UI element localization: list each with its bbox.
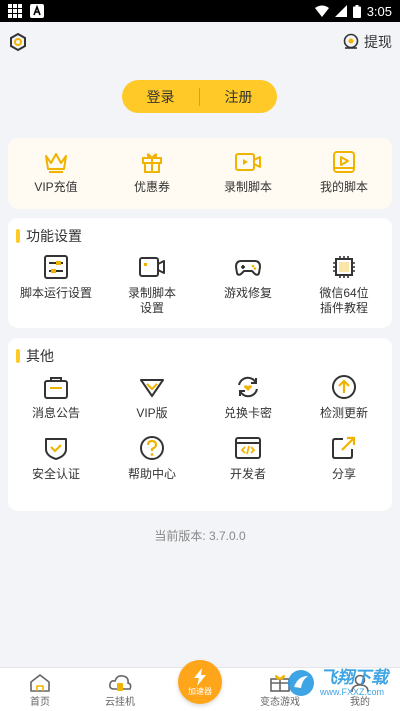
game-repair-button[interactable]: 游戏修复 bbox=[200, 254, 296, 316]
section-title-text: 功能设置 bbox=[26, 228, 82, 244]
quick-label: VIP充值 bbox=[34, 180, 78, 194]
watermark-logo-icon bbox=[288, 670, 314, 696]
others-label: 开发者 bbox=[229, 467, 266, 481]
record-script-settings-button[interactable]: 录制脚本 设置 bbox=[104, 254, 200, 316]
function-label: 游戏修复 bbox=[223, 286, 272, 300]
function-label: 脚本运行设置 bbox=[19, 286, 92, 300]
exchange-icon bbox=[238, 376, 258, 398]
boost-button[interactable]: 加速器 bbox=[178, 660, 222, 704]
others-label: 安全认证 bbox=[31, 467, 80, 481]
home-icon bbox=[30, 674, 50, 692]
security-auth-button[interactable]: 安全认证 bbox=[8, 435, 104, 482]
section-title-text: 其他 bbox=[26, 348, 54, 364]
tab-cloud[interactable]: 云挂机 bbox=[80, 668, 160, 711]
others-label: 消息公告 bbox=[31, 406, 80, 420]
section-title: 功能设置 bbox=[8, 218, 392, 254]
shield-icon bbox=[45, 438, 67, 460]
settings-hex-icon[interactable] bbox=[8, 32, 28, 52]
diamond-icon bbox=[140, 379, 164, 397]
sliders-icon bbox=[44, 255, 68, 279]
quick-actions-card: VIP充值 优惠券 录制脚本 我的脚本 bbox=[8, 138, 392, 209]
check-update-button[interactable]: 检测更新 bbox=[296, 374, 392, 421]
signal-icon bbox=[334, 5, 347, 17]
tab-cloud-label: 云挂机 bbox=[105, 697, 135, 708]
watermark-text: 飞翔下载 bbox=[320, 668, 388, 687]
status-bar: 3:05 bbox=[0, 0, 400, 22]
chip-icon bbox=[333, 256, 355, 278]
tab-home[interactable]: 首页 bbox=[0, 668, 80, 711]
register-button[interactable]: 注册 bbox=[200, 87, 277, 107]
my-script-button[interactable]: 我的脚本 bbox=[296, 150, 392, 195]
quick-label: 录制脚本 bbox=[223, 180, 272, 194]
script-play-icon bbox=[333, 151, 355, 173]
others-label: VIP版 bbox=[136, 406, 168, 420]
bag-icon bbox=[44, 377, 68, 399]
tab-home-label: 首页 bbox=[30, 697, 50, 708]
quick-label: 我的脚本 bbox=[319, 180, 368, 194]
others-label: 分享 bbox=[331, 467, 356, 481]
battery-icon bbox=[352, 4, 361, 18]
help-center-button[interactable]: 帮助中心 bbox=[104, 435, 200, 482]
code-icon bbox=[235, 437, 261, 459]
cloud-icon bbox=[109, 675, 132, 691]
script-run-settings-button[interactable]: 脚本运行设置 bbox=[8, 254, 104, 316]
help-icon bbox=[140, 436, 164, 460]
crown-icon bbox=[45, 153, 67, 173]
section-title: 其他 bbox=[8, 338, 392, 374]
watermark-url: www.FXXZ.com bbox=[320, 687, 385, 697]
upload-icon bbox=[332, 375, 356, 399]
login-button[interactable]: 登录 bbox=[122, 87, 199, 107]
watermark: 飞翔下载 www.FXXZ.com bbox=[286, 668, 388, 698]
developer-button[interactable]: 开发者 bbox=[200, 435, 296, 482]
others-label: 帮助中心 bbox=[127, 467, 176, 481]
boost-label: 加速器 bbox=[188, 686, 212, 696]
others-card: 其他 消息公告 VIP版 兑换卡密 检测更新 安全认证 帮助中心 开发者 分享 bbox=[8, 338, 392, 511]
redeem-card-button[interactable]: 兑换卡密 bbox=[200, 374, 296, 421]
coupon-button[interactable]: 优惠券 bbox=[104, 150, 200, 195]
announcement-button[interactable]: 消息公告 bbox=[8, 374, 104, 421]
clock: 3:05 bbox=[366, 3, 392, 19]
withdraw-label: 提现 bbox=[364, 34, 392, 50]
version-text: 当前版本: 3.7.0.0 bbox=[154, 529, 246, 543]
notification-a-icon bbox=[30, 4, 44, 18]
function-label: 录制脚本 设置 bbox=[127, 286, 176, 315]
function-label: 微信64位 插件教程 bbox=[319, 286, 369, 315]
section-accent-bar bbox=[16, 349, 20, 363]
top-bar: 提现 bbox=[0, 22, 400, 62]
withdraw-button[interactable]: 提现 bbox=[342, 32, 392, 52]
wechat-64-plugin-guide-button[interactable]: 微信64位 插件教程 bbox=[296, 254, 392, 316]
wifi-icon bbox=[314, 5, 329, 17]
withdraw-icon bbox=[343, 33, 359, 49]
others-label: 兑换卡密 bbox=[223, 406, 272, 420]
lightning-icon bbox=[194, 667, 206, 686]
grid-icon bbox=[8, 4, 22, 18]
function-settings-card: 功能设置 脚本运行设置 录制脚本 设置 游戏修复 微信64位 插件教程 bbox=[8, 218, 392, 328]
camera-icon bbox=[139, 257, 165, 277]
gamepad-icon bbox=[235, 260, 261, 276]
video-icon bbox=[235, 153, 261, 171]
record-script-button[interactable]: 录制脚本 bbox=[200, 150, 296, 195]
gift-icon bbox=[142, 153, 162, 173]
others-label: 检测更新 bbox=[319, 406, 368, 420]
vip-edition-button[interactable]: VIP版 bbox=[104, 374, 200, 421]
auth-pill: 登录 注册 bbox=[122, 80, 277, 113]
section-accent-bar bbox=[16, 229, 20, 243]
vip-recharge-button[interactable]: VIP充值 bbox=[8, 150, 104, 195]
share-icon bbox=[332, 436, 356, 459]
quick-label: 优惠券 bbox=[133, 180, 170, 194]
share-button[interactable]: 分享 bbox=[296, 435, 392, 482]
